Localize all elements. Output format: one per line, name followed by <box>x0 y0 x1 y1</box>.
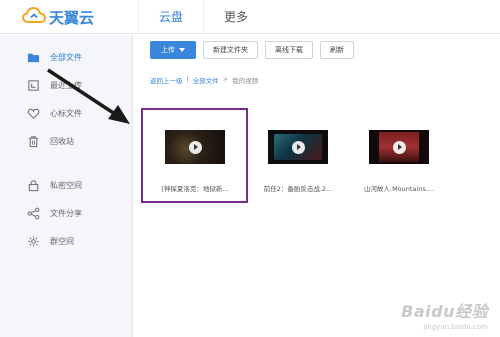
caret-down-icon <box>179 48 185 52</box>
sidebar-item-label: 全部文件 <box>50 52 82 62</box>
video-thumbnail[interactable] <box>369 130 429 164</box>
upload-button-label: 上传 <box>161 46 175 54</box>
folder-icon <box>26 50 40 64</box>
toolbar: 上传 新建文件夹 离线下载 刷新 <box>150 41 354 59</box>
refresh-button[interactable]: 刷新 <box>320 41 354 59</box>
sidebar-item-starred[interactable]: 心标文件 <box>0 100 133 126</box>
file-name[interactable]: 前任2：备胎反击战.2... <box>244 183 352 193</box>
sidebar-item-file-share[interactable]: 文件分享 <box>0 200 133 226</box>
logo[interactable]: 天翼云 <box>21 6 95 28</box>
watermark-url: jingyan.baidu.com <box>423 323 488 331</box>
share-icon <box>26 206 40 220</box>
heart-icon <box>26 106 40 120</box>
sidebar-item-label: 文件分享 <box>50 208 82 218</box>
breadcrumb-current: 我的视频 <box>232 77 259 85</box>
logo-text: 天翼云 <box>49 8 95 27</box>
breadcrumb-back-link[interactable]: 返回上一级 <box>150 75 183 85</box>
sidebar-item-trash[interactable]: 回收站 <box>0 128 133 154</box>
offline-download-button[interactable]: 离线下载 <box>265 41 313 59</box>
play-icon[interactable] <box>291 140 305 154</box>
breadcrumb: 返回上一级 | 全部文件 > 我的视频 <box>150 75 258 85</box>
nav-item-cloud-drive[interactable]: 云盘 <box>138 0 203 34</box>
top-nav: 云盘 更多 <box>138 0 268 34</box>
play-icon[interactable] <box>392 140 406 154</box>
sidebar-item-group-space[interactable]: 群空间 <box>0 228 133 254</box>
breadcrumb-arrow: > <box>222 75 229 83</box>
file-item[interactable]: 前任2：备胎反击战.2... <box>244 108 352 204</box>
sidebar-item-recent[interactable]: 最近上传 <box>0 72 133 98</box>
lock-icon <box>26 178 40 192</box>
watermark-brand: Baidu经验 <box>401 302 488 321</box>
recent-icon <box>26 78 40 92</box>
sidebar-item-label: 回收站 <box>50 136 74 146</box>
file-name[interactable]: 山河故人.Mountains.... <box>345 183 453 193</box>
selection-highlight-box <box>141 108 248 203</box>
breadcrumb-root-link[interactable]: 全部文件 <box>193 75 219 85</box>
breadcrumb-separator: | <box>186 75 189 83</box>
sidebar: 全部文件 最近上传 心标文件 回收站 私密空间 文件分享 群空间 <box>0 35 133 337</box>
top-bar: 天翼云 云盘 更多 <box>0 0 500 34</box>
video-thumbnail[interactable] <box>268 130 328 164</box>
sidebar-item-label: 最近上传 <box>50 80 82 90</box>
nav-item-more[interactable]: 更多 <box>203 0 268 34</box>
cloud-logo-icon <box>21 6 47 28</box>
sidebar-item-label: 私密空间 <box>50 180 82 190</box>
group-icon <box>26 234 40 248</box>
file-item[interactable]: 山河故人.Mountains.... <box>345 108 453 204</box>
new-folder-button[interactable]: 新建文件夹 <box>203 41 258 59</box>
upload-button[interactable]: 上传 <box>150 41 196 59</box>
sidebar-item-label: 心标文件 <box>50 108 82 118</box>
sidebar-item-private-space[interactable]: 私密空间 <box>0 172 133 198</box>
trash-icon <box>26 134 40 148</box>
sidebar-item-label: 群空间 <box>50 236 74 246</box>
watermark: Baidu经验 jingyan.baidu.com <box>401 298 488 331</box>
sidebar-item-all-files[interactable]: 全部文件 <box>0 44 133 70</box>
